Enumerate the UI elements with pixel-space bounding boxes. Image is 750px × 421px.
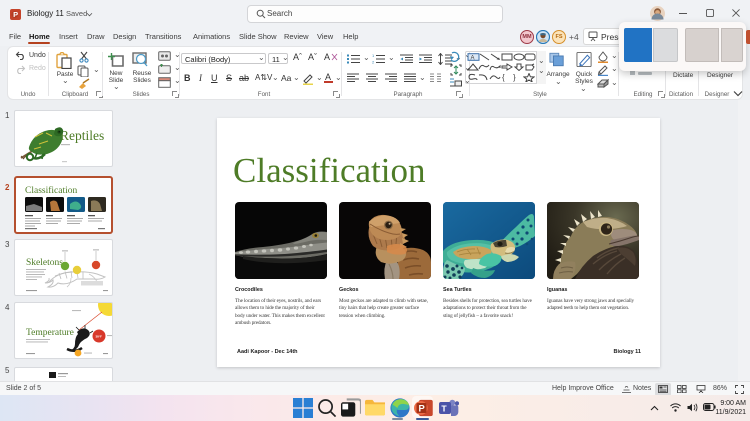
svg-text:P: P: [419, 404, 425, 414]
svg-text:Temperature: Temperature: [26, 328, 74, 338]
svg-text:Reptiles: Reptiles: [60, 128, 104, 143]
svg-text:Skeletons: Skeletons: [26, 258, 63, 268]
svg-text:2: 2: [372, 60, 375, 65]
svg-text:38°F: 38°F: [96, 335, 103, 339]
svg-text:Classification: Classification: [25, 185, 77, 196]
svg-text:1: 1: [372, 54, 375, 58]
svg-text:T: T: [441, 403, 447, 413]
svg-text:P: P: [13, 10, 18, 19]
svg-text:A: A: [471, 55, 475, 61]
